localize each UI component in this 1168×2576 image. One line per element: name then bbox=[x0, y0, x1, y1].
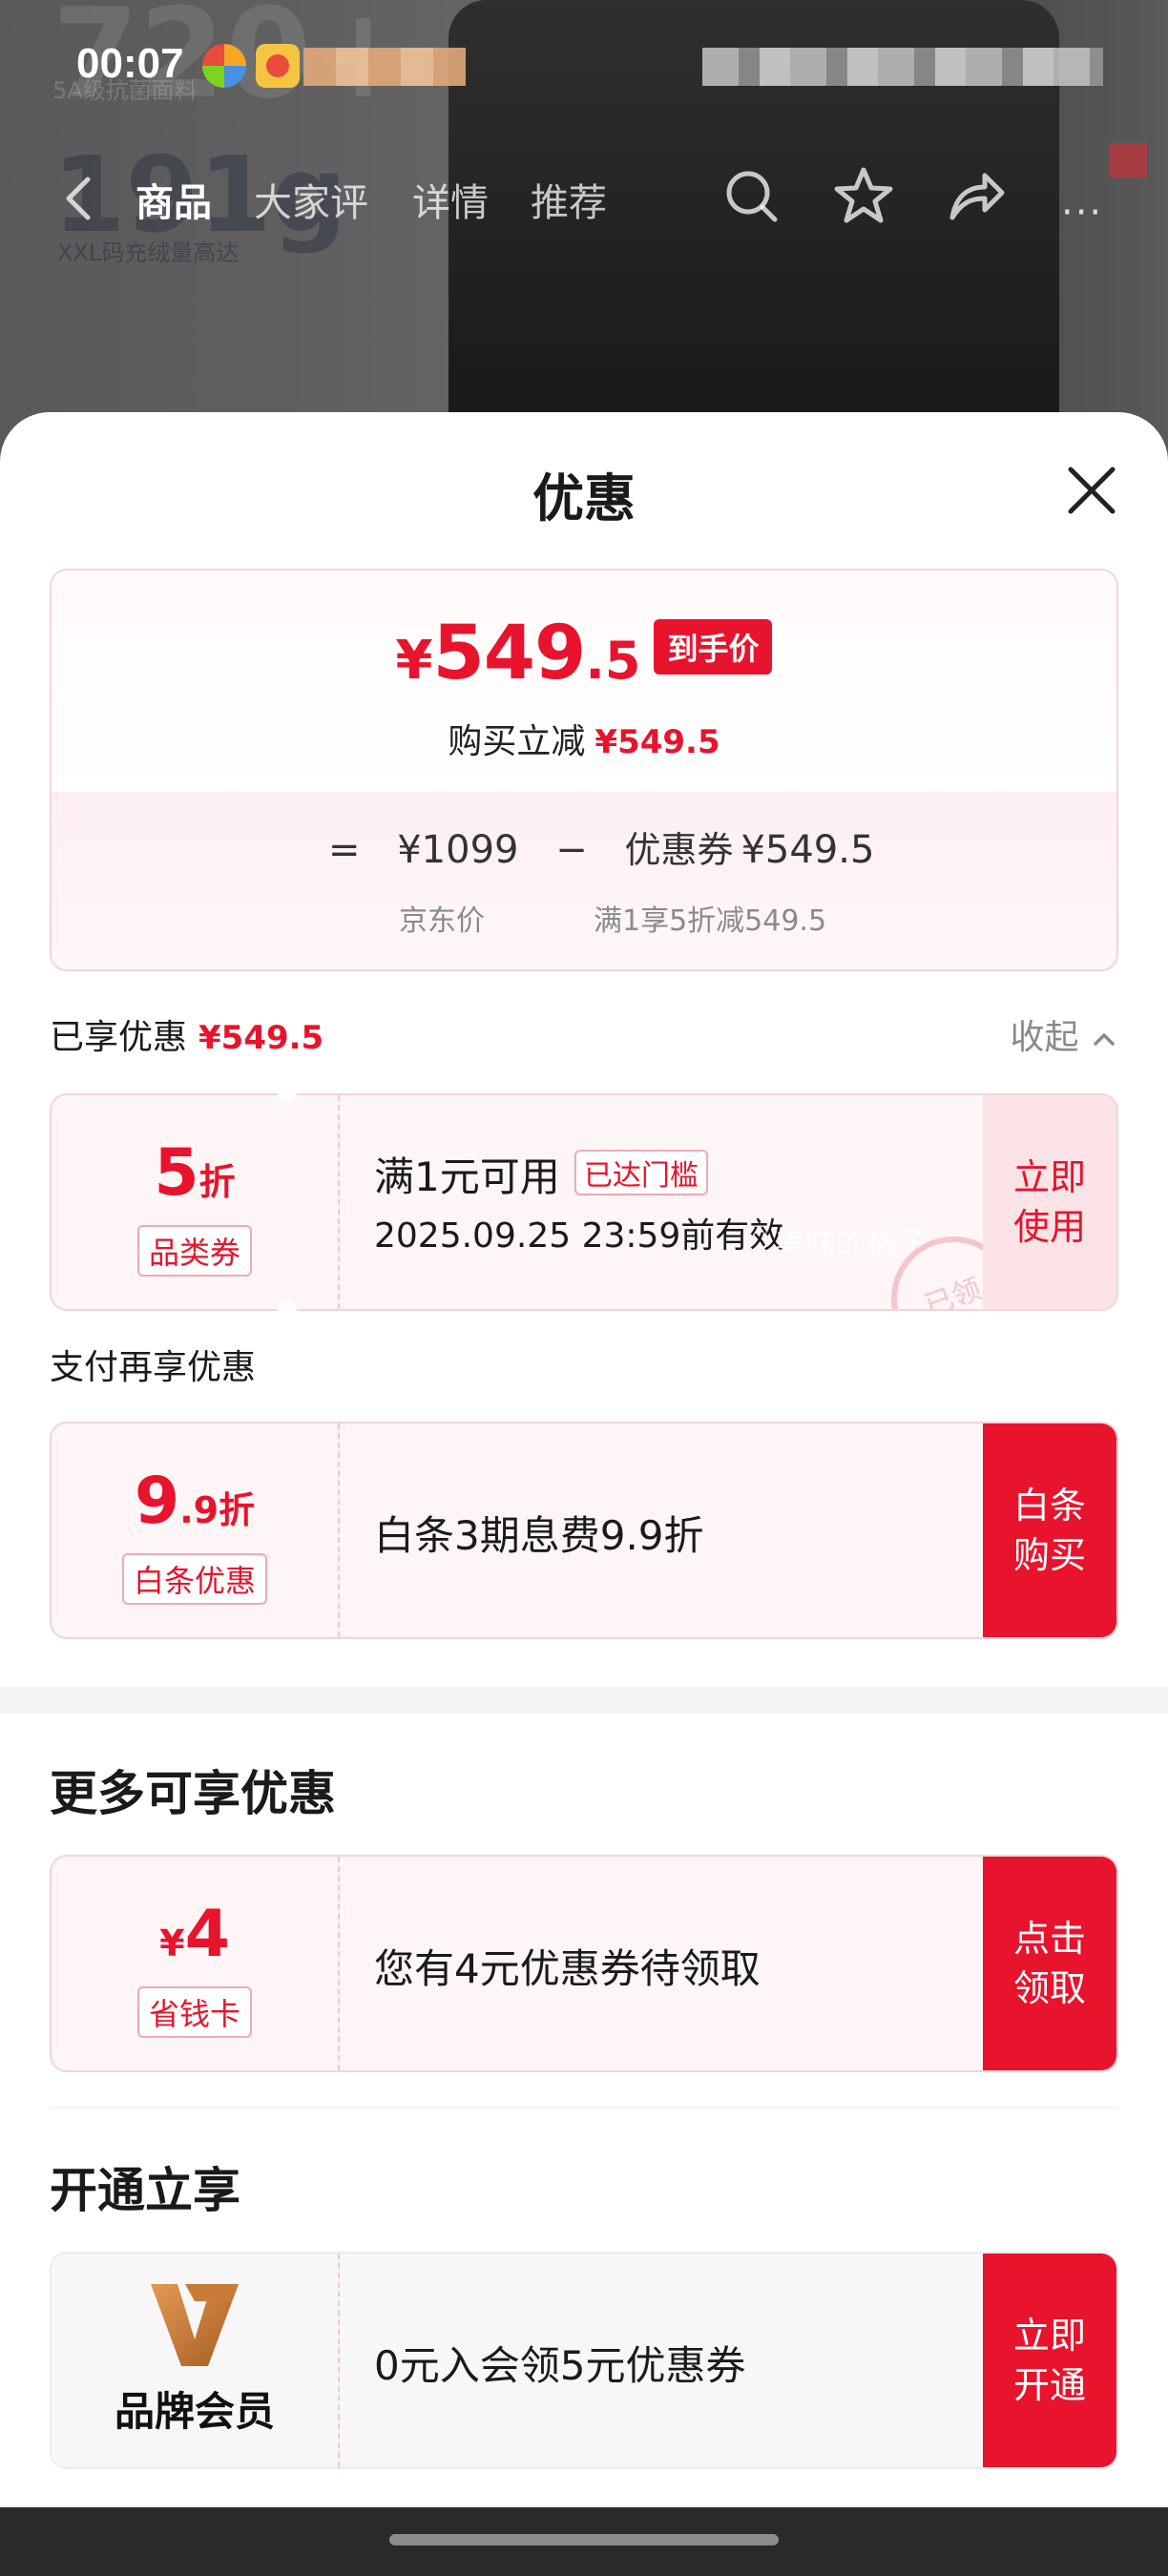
more-discounts-title: 更多可享优惠 bbox=[50, 1766, 336, 1821]
coupon-discount: ¥4 bbox=[52, 1897, 338, 1972]
chevron-up-icon bbox=[1094, 1033, 1115, 1046]
tab-product[interactable]: 商品 bbox=[136, 172, 212, 227]
brand-member-logo-icon bbox=[151, 2284, 239, 2366]
collapse-label: 收起 bbox=[1010, 1018, 1079, 1057]
coupon-label: 优惠券 bbox=[624, 829, 734, 871]
coupon-info: 0元入会领5元优惠券 bbox=[374, 2254, 1023, 2467]
final-price-card: ¥549.5 到手价 购买立减 ¥549.5 = ¥1099 − 优惠券 ¥549.5… bbox=[50, 569, 1118, 971]
coupon-condition: 满1元可用 bbox=[374, 1153, 560, 1200]
tab-reviews[interactable]: 大家评 bbox=[254, 172, 368, 227]
product-nav-bar: 商品 大家评 详情 推荐 ··· bbox=[0, 143, 1168, 258]
use-now-button[interactable]: 立即 使用 bbox=[983, 1095, 1116, 1309]
instant-discount-line: 购买立减 ¥549.5 bbox=[52, 714, 1116, 763]
member-logo-area: 品牌会员 bbox=[52, 2254, 338, 2467]
price-formula-section: = ¥1099 − 优惠券 ¥549.5 京东价 满1享5折减549.5 bbox=[52, 792, 1116, 969]
more-icon[interactable]: ··· bbox=[1061, 191, 1103, 235]
threshold-met-badge: 已达门槛 bbox=[574, 1150, 708, 1195]
star-favorite-icon[interactable] bbox=[830, 162, 897, 229]
baitiao-coupon-card: 9.9折 白条优惠 白条3期息费9.9折 白条 购买 bbox=[50, 1422, 1118, 1639]
coupon-value-area: ¥4 省钱卡 bbox=[52, 1857, 338, 2070]
collapse-button[interactable]: 收起 bbox=[1011, 1009, 1118, 1059]
coupon-info: 您有4元优惠券待领取 bbox=[374, 1857, 1023, 2070]
home-indicator[interactable] bbox=[389, 2534, 779, 2545]
claim-button[interactable]: 点击 领取 bbox=[983, 1857, 1116, 2070]
coupon-currency: ¥ bbox=[159, 1922, 185, 1964]
coupon-value-area: 5折 品类券 bbox=[52, 1095, 338, 1309]
brand-member-name: 品牌会员 bbox=[114, 2388, 275, 2435]
coupon-discount: 9.9折 bbox=[52, 1464, 338, 1539]
price-integer: 549 bbox=[432, 611, 587, 696]
sheet-title: 优惠 bbox=[532, 468, 636, 529]
section-separator bbox=[50, 2107, 1118, 2109]
notification-badge bbox=[1109, 143, 1147, 177]
price-decimal: .5 bbox=[585, 631, 641, 691]
coupon-discount-number: 4 bbox=[184, 1897, 230, 1972]
section-separator bbox=[0, 1687, 1168, 1714]
watermark: 美味的橘子 bbox=[775, 1225, 928, 1261]
brand-member-card: 品牌会员 0元入会领5元优惠券 立即 开通 bbox=[50, 2252, 1118, 2469]
coupon-divider bbox=[338, 2254, 340, 2467]
coupon-description: 满1享5折减549.5 bbox=[594, 904, 827, 938]
enjoyed-discount-row: 已享优惠 ¥549.5 收起 bbox=[50, 1009, 1118, 1057]
enjoyed-value: ¥549.5 bbox=[198, 1019, 324, 1057]
final-price-section: ¥549.5 到手价 购买立减 ¥549.5 bbox=[52, 571, 1116, 792]
coupon-divider bbox=[338, 1095, 340, 1309]
close-icon[interactable] bbox=[1061, 460, 1122, 521]
weibo-notification-icon bbox=[256, 44, 300, 88]
coupon-expiry: 2025.09.25 23:59前有效 bbox=[374, 1216, 784, 1256]
formula-minus: − bbox=[555, 828, 588, 872]
coupon-value: ¥549.5 bbox=[740, 828, 875, 872]
instant-discount-label: 购买立减 bbox=[448, 722, 586, 761]
price-currency: ¥ bbox=[395, 630, 433, 692]
discount-sheet: 优惠 ¥549.5 到手价 购买立减 ¥549.5 = ¥1099 − 优惠券 ¥54… bbox=[0, 412, 1168, 2507]
app-notification-icon bbox=[202, 44, 246, 88]
jd-price-value: ¥1099 bbox=[397, 828, 519, 872]
price-formula: = ¥1099 − 优惠券 ¥549.5 bbox=[328, 821, 874, 873]
saver-card-coupon: ¥4 省钱卡 您有4元优惠券待领取 点击 领取 bbox=[50, 1855, 1118, 2072]
coupon-type-badge: 白条优惠 bbox=[121, 1553, 268, 1605]
instant-discount-value: ¥549.5 bbox=[594, 723, 720, 761]
coupon-type-badge: 品类券 bbox=[136, 1225, 253, 1277]
open-membership-label: 立即 开通 bbox=[1012, 2315, 1086, 2406]
coupon-value-area: 9.9折 白条优惠 bbox=[52, 1423, 338, 1637]
saver-card-description: 您有4元优惠券待领取 bbox=[374, 1945, 761, 1992]
search-icon[interactable] bbox=[718, 162, 784, 229]
enjoyed-label: 已享优惠 bbox=[50, 1018, 188, 1057]
baitiao-description: 白条3期息费9.9折 bbox=[374, 1512, 704, 1559]
claim-label: 点击 领取 bbox=[1012, 1918, 1086, 2009]
formula-equals: = bbox=[328, 828, 361, 872]
tab-recommend[interactable]: 推荐 bbox=[531, 172, 607, 227]
coupon-discount-number: 9 bbox=[134, 1464, 180, 1539]
final-price-badge: 到手价 bbox=[654, 619, 773, 675]
coupon-divider bbox=[338, 1423, 340, 1637]
coupon-discount: 5折 bbox=[52, 1135, 338, 1211]
share-icon[interactable] bbox=[943, 162, 1010, 229]
coupon-discount-unit: 折 bbox=[198, 1161, 236, 1203]
category-coupon-card: 5折 品类券 满1元可用 已达门槛 2025.09.25 23:59前有效 美味… bbox=[50, 1093, 1118, 1311]
jd-price-label: 京东价 bbox=[399, 904, 485, 938]
status-bar: 00:07 bbox=[0, 0, 1168, 134]
status-time: 00:07 bbox=[76, 40, 184, 87]
final-price: ¥549.5 到手价 bbox=[52, 611, 1116, 696]
tab-details[interactable]: 详情 bbox=[412, 172, 489, 227]
use-now-label: 立即 使用 bbox=[1012, 1156, 1086, 1248]
ticket-notch bbox=[278, 1301, 297, 1320]
baitiao-buy-label: 白条 购买 bbox=[1012, 1485, 1086, 1576]
baitiao-buy-button[interactable]: 白条 购买 bbox=[983, 1423, 1116, 1637]
ticket-notch bbox=[278, 1084, 297, 1103]
blurred-status-left bbox=[303, 48, 466, 86]
payment-section-title: 支付再享优惠 bbox=[50, 1348, 257, 1387]
member-offer-description: 0元入会领5元优惠券 bbox=[374, 2342, 746, 2389]
blurred-status-right bbox=[702, 48, 1103, 86]
coupon-info: 白条3期息费9.9折 bbox=[374, 1423, 1023, 1637]
coupon-discount-unit: .9折 bbox=[179, 1489, 256, 1531]
open-membership-button[interactable]: 立即 开通 bbox=[983, 2254, 1116, 2467]
back-arrow-icon[interactable] bbox=[52, 170, 109, 227]
open-enjoy-title: 开通立享 bbox=[50, 2163, 240, 2218]
coupon-discount-number: 5 bbox=[154, 1135, 199, 1211]
coupon-divider bbox=[338, 1857, 340, 2070]
coupon-type-badge: 省钱卡 bbox=[136, 1986, 253, 2038]
